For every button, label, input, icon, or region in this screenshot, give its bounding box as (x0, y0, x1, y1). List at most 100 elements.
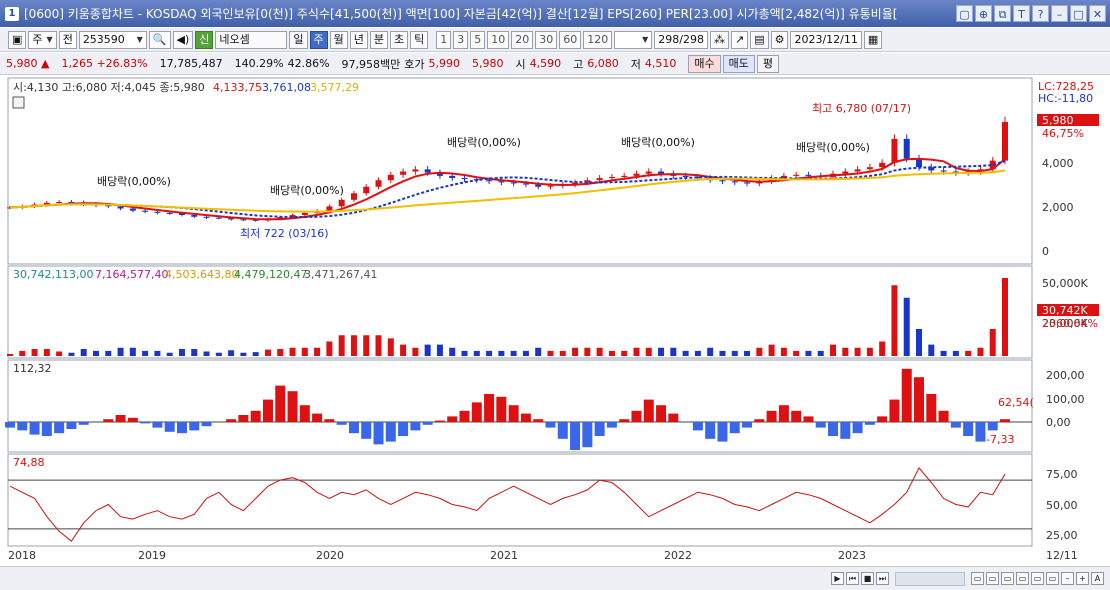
save-icon[interactable]: ▤ (750, 30, 769, 49)
volume-bar (7, 354, 13, 356)
macd-bar (963, 422, 974, 436)
macd-legend: 112,32 (13, 362, 52, 375)
layout-icon[interactable]: ▣ (8, 30, 27, 49)
chart-navigation-bar: ▶ ⏮ ■ ⏭ ▭ ▭ ▭ ▭ ▭ ▭ – + A (0, 566, 1110, 590)
volume: 17,785,487 (159, 57, 223, 70)
macd-tick: 100,00 (1046, 393, 1085, 406)
timeframe-year[interactable]: 년 (349, 30, 368, 49)
macd-bar (287, 391, 298, 422)
view-mode-icon[interactable]: ▭ (1046, 572, 1059, 585)
window-restore-icon[interactable]: ⧉ (994, 5, 1011, 22)
window-minimize-icon[interactable]: – (1051, 5, 1068, 22)
macd-bar (619, 419, 630, 422)
volume-bar (154, 350, 161, 356)
macd-bar (877, 416, 888, 422)
view-mode-icon[interactable]: ▭ (1031, 572, 1044, 585)
horizontal-scrollbar[interactable] (895, 571, 965, 586)
trend-icon[interactable]: ↗ (730, 30, 749, 49)
link-icon[interactable]: ⁂ (709, 30, 729, 49)
macd-bar (594, 422, 605, 436)
sell-button[interactable]: 매도 (722, 54, 755, 73)
volume-bar (830, 344, 837, 356)
macd-bar (17, 422, 28, 431)
buy-button[interactable]: 매수 (688, 54, 721, 73)
macd-bar (692, 422, 703, 431)
view-mode-icon[interactable]: ▭ (986, 572, 999, 585)
volume-bar (535, 347, 542, 356)
candle-body (596, 178, 603, 181)
ma-value-1: 4,133,75 (213, 81, 262, 94)
scroll-start-icon[interactable]: ⏮ (846, 572, 859, 585)
minute-option[interactable]: 3 (453, 30, 469, 49)
volume-bar (793, 350, 800, 356)
font-size-icon[interactable]: A (1091, 572, 1104, 585)
search-icon[interactable]: 🔍 (148, 30, 171, 49)
view-mode-icon[interactable]: ▭ (971, 572, 984, 585)
timeframe-second[interactable]: 초 (390, 30, 409, 49)
window-pin-icon[interactable]: ⊕ (975, 5, 992, 22)
count-input[interactable]: 298/298 (654, 30, 708, 49)
minute-option[interactable]: 30 (535, 30, 558, 49)
rsi-tick: 25,00 (1046, 529, 1078, 542)
chevron-down-icon: ▼ (46, 34, 53, 44)
grid-toggle-icon[interactable] (12, 96, 25, 109)
chart-background (0, 76, 1110, 566)
window-t-icon[interactable]: T (1013, 5, 1030, 22)
volume-bar (842, 347, 849, 356)
candle-body (522, 183, 529, 185)
volume-bar (547, 350, 554, 356)
volume-bar (965, 350, 972, 356)
timeframe-day[interactable]: 일 (289, 30, 308, 49)
calendar-icon[interactable]: ▦ (863, 30, 883, 49)
minute-option[interactable]: 120 (583, 30, 613, 49)
candle-body (486, 180, 493, 182)
sound-icon[interactable]: ◀) (172, 30, 194, 49)
volume-bar (952, 350, 959, 356)
scroll-right-icon[interactable]: ▶ (831, 572, 844, 585)
eval-button[interactable]: 평 (756, 54, 780, 73)
low-price: 4,510 (644, 57, 677, 70)
prev-button[interactable]: 전 (58, 30, 77, 49)
timeframe-month[interactable]: 월 (329, 30, 348, 49)
window-lock-icon[interactable]: ▢ (956, 5, 973, 22)
volume-bar (375, 335, 382, 356)
minute-option[interactable]: 20 (511, 30, 534, 49)
timeframe-week[interactable]: 주 (309, 30, 328, 49)
volume-bar (694, 350, 701, 356)
minute-option[interactable]: 1 (436, 30, 452, 49)
period-type-value: 주 (32, 32, 43, 46)
pause-icon[interactable]: ■ (861, 572, 874, 585)
zoom-in-icon[interactable]: + (1076, 572, 1089, 585)
high-price: 6,080 (587, 57, 619, 70)
window-close-icon[interactable]: ✕ (1089, 5, 1106, 22)
view-mode-icon[interactable]: ▭ (1001, 572, 1014, 585)
scroll-end-icon[interactable]: ⏭ (876, 572, 889, 585)
window-maximize-icon[interactable]: □ (1070, 5, 1087, 22)
minute-option[interactable]: 10 (487, 30, 510, 49)
title-bar: 1 [0600] 키움종합차트 - KOSDAQ 외국인보유[0(천)] 주식수… (0, 0, 1110, 27)
macd-bar (950, 422, 961, 428)
interval-select[interactable]: ▼ (614, 30, 653, 49)
date-input[interactable]: 2023/12/11 (790, 30, 862, 49)
volume-bar (412, 347, 419, 356)
macd-bar (508, 405, 519, 422)
stock-chart[interactable]: 시:4,130 고:6,080 저:4,045 종:5,980 4,133,75… (0, 76, 1110, 566)
window-help-icon[interactable]: ? (1032, 5, 1049, 22)
candle-body (117, 206, 124, 209)
view-mode-icon[interactable]: ▭ (1016, 572, 1029, 585)
timeframe-minute[interactable]: 분 (369, 30, 389, 49)
gear-icon[interactable]: ⚙ (770, 30, 789, 49)
timeframe-tick[interactable]: 틱 (410, 30, 429, 49)
stock-code-input[interactable]: 253590 ▼ (78, 30, 147, 49)
candle-body (903, 138, 910, 159)
minute-option[interactable]: 5 (470, 30, 486, 49)
zoom-out-icon[interactable]: – (1061, 572, 1074, 585)
minute-option[interactable]: 60 (559, 30, 582, 49)
candle-body (805, 174, 812, 176)
period-type-select[interactable]: 주 ▼ (28, 30, 57, 49)
candle-body (56, 201, 63, 203)
volume-bar (756, 347, 763, 356)
window-number-icon[interactable]: 1 (5, 6, 19, 21)
macd-bar (975, 422, 986, 442)
candle-body (608, 176, 615, 179)
